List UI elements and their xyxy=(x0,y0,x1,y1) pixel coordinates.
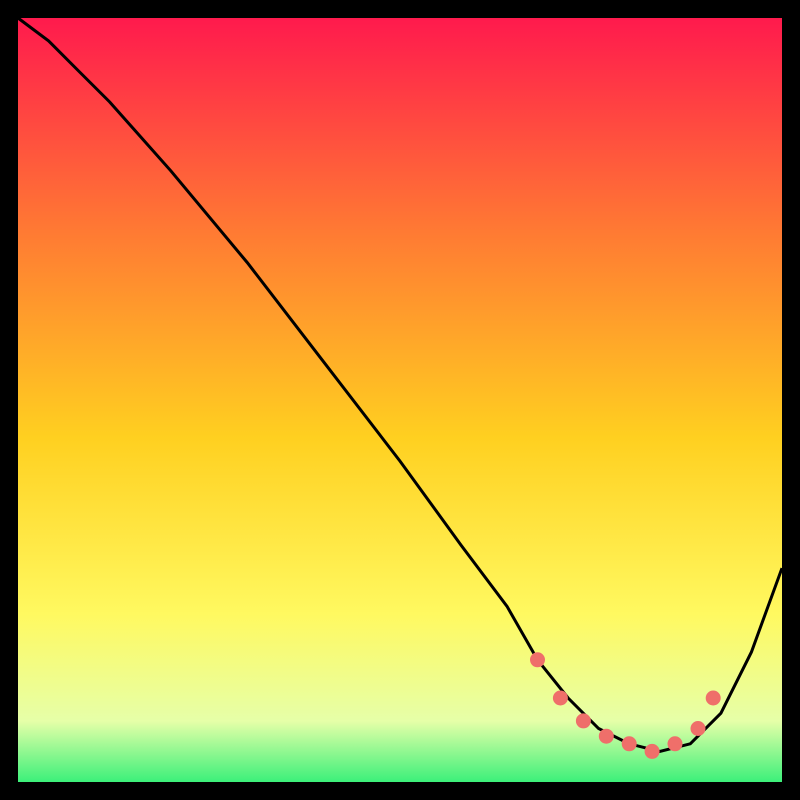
chart-frame: TheBottleneck.com xyxy=(0,0,800,800)
marker-point xyxy=(531,653,545,667)
marker-point xyxy=(645,744,659,758)
marker-point xyxy=(553,691,567,705)
marker-point xyxy=(599,729,613,743)
chart-svg xyxy=(0,0,800,800)
plot-background xyxy=(18,18,782,782)
marker-point xyxy=(622,737,636,751)
marker-point xyxy=(668,737,682,751)
marker-point xyxy=(576,714,590,728)
marker-point xyxy=(691,722,705,736)
marker-point xyxy=(706,691,720,705)
